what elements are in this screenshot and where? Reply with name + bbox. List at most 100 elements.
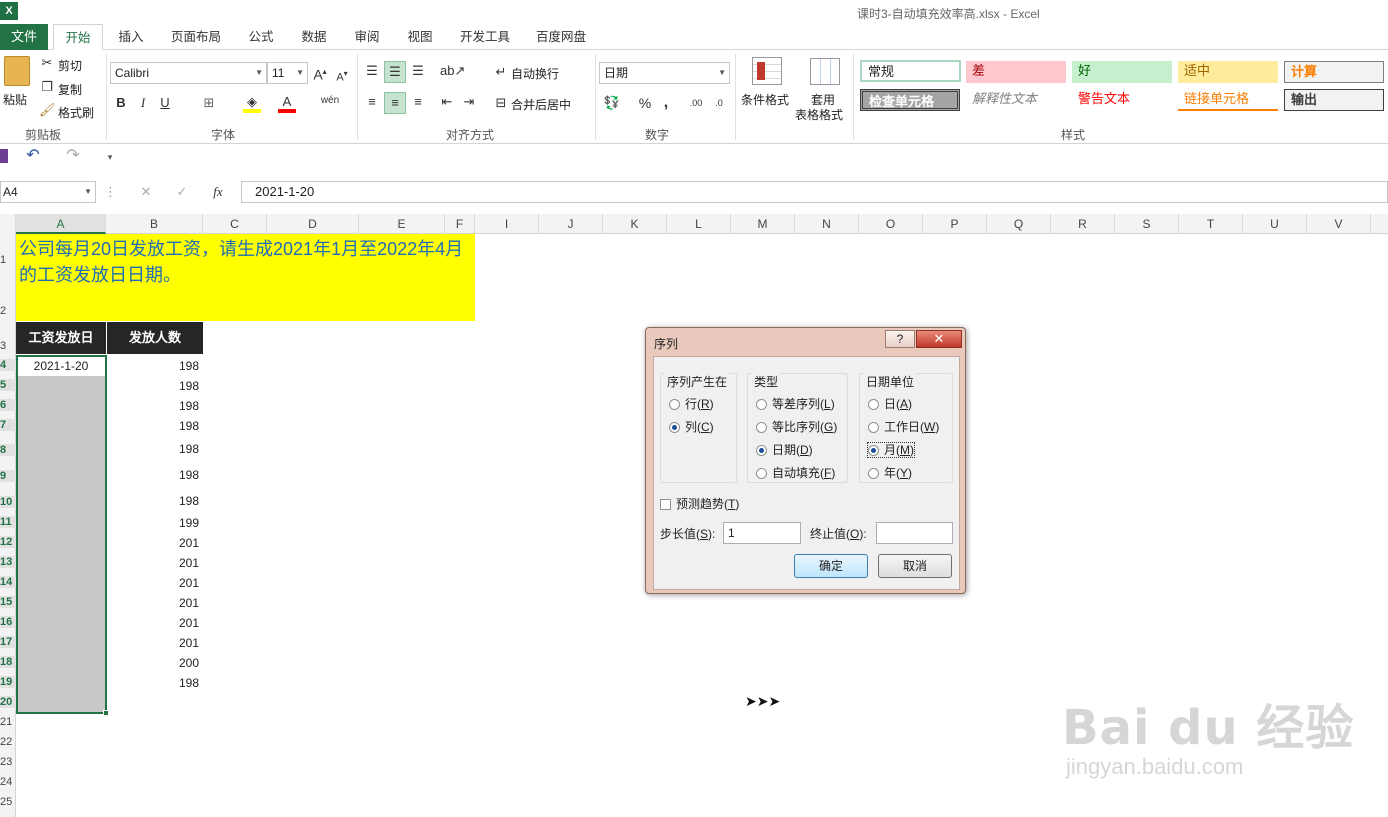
paste-icon[interactable]: [4, 56, 30, 86]
tab-formulas[interactable]: 公式: [238, 24, 284, 50]
decrease-indent-icon[interactable]: ⇤: [438, 93, 456, 111]
column-header[interactable]: Q: [987, 214, 1051, 234]
increase-decimal-icon[interactable]: .00: [686, 94, 706, 112]
orientation-icon[interactable]: ab↗: [440, 62, 465, 80]
column-header[interactable]: F: [445, 214, 475, 234]
table-cell[interactable]: 201: [106, 536, 203, 550]
table-cell[interactable]: 199: [106, 516, 203, 530]
tab-insert[interactable]: 插入: [108, 24, 154, 50]
column-header[interactable]: R: [1051, 214, 1115, 234]
radio-growth[interactable]: 等比序列(G): [756, 420, 837, 434]
save-icon[interactable]: [0, 149, 8, 163]
table-cell[interactable]: 198: [106, 359, 203, 373]
tab-home[interactable]: 开始: [53, 24, 103, 50]
excel-app-icon[interactable]: X: [0, 2, 18, 20]
align-right-icon[interactable]: ≡: [408, 93, 428, 111]
confirm-entry-icon[interactable]: ✓: [172, 183, 192, 201]
row-header[interactable]: 3: [0, 340, 16, 352]
radio-date[interactable]: 日期(D): [756, 443, 813, 457]
row-header[interactable]: 20: [0, 696, 16, 708]
copy-button[interactable]: 复制: [58, 81, 82, 98]
stop-value-input[interactable]: [876, 522, 953, 544]
tab-review[interactable]: 审阅: [344, 24, 390, 50]
row-header[interactable]: 15: [0, 596, 16, 608]
fill-color-icon[interactable]: ◈: [243, 93, 261, 113]
increase-indent-icon[interactable]: ⇥: [460, 93, 478, 111]
cell-style-warning[interactable]: 警告文本: [1072, 89, 1172, 111]
conditional-formatting-icon[interactable]: [752, 57, 782, 85]
table-cell[interactable]: 200: [106, 656, 203, 670]
row-header[interactable]: 25: [0, 796, 16, 808]
column-header[interactable]: B: [106, 214, 203, 234]
name-box[interactable]: A4 ▼: [0, 181, 96, 203]
column-header[interactable]: D: [267, 214, 359, 234]
column-header[interactable]: I: [475, 214, 539, 234]
row-header[interactable]: 22: [0, 736, 16, 748]
tab-data[interactable]: 数据: [291, 24, 337, 50]
table-cell[interactable]: 198: [106, 494, 203, 508]
radio-row[interactable]: 行(R): [669, 397, 714, 411]
align-left-icon[interactable]: ≡: [362, 93, 382, 111]
row-header[interactable]: 8: [0, 444, 16, 456]
formula-input[interactable]: 2021-1-20: [241, 181, 1388, 203]
row-header[interactable]: 16: [0, 616, 16, 628]
paste-button[interactable]: 粘贴: [3, 91, 27, 108]
fill-handle[interactable]: [103, 710, 109, 716]
row-header[interactable]: 12: [0, 536, 16, 548]
cell-style-output[interactable]: 输出: [1284, 89, 1384, 111]
column-header[interactable]: K: [603, 214, 667, 234]
table-cell[interactable]: 201: [106, 596, 203, 610]
radio-month[interactable]: 月(M): [867, 442, 915, 458]
align-center-button[interactable]: ≡: [384, 92, 406, 114]
cell-style-bad[interactable]: 差: [966, 61, 1066, 83]
tab-file[interactable]: 文件: [0, 24, 48, 50]
column-header[interactable]: M: [731, 214, 795, 234]
percent-button[interactable]: %: [637, 94, 653, 112]
italic-button[interactable]: I: [135, 94, 151, 112]
column-header[interactable]: J: [539, 214, 603, 234]
row-header[interactable]: 13: [0, 556, 16, 568]
format-painter-button[interactable]: 格式刷: [58, 104, 94, 121]
cell-style-linked-cell[interactable]: 链接单元格: [1178, 89, 1278, 111]
row-header[interactable]: 21: [0, 716, 16, 728]
table-cell[interactable]: 201: [106, 556, 203, 570]
cancel-entry-icon[interactable]: ✕: [136, 183, 156, 201]
table-cell[interactable]: 198: [106, 379, 203, 393]
border-icon[interactable]: ⊞: [200, 94, 218, 112]
ok-button[interactable]: 确定: [794, 554, 868, 578]
column-header[interactable]: E: [359, 214, 445, 234]
cell-style-explanatory[interactable]: 解释性文本: [966, 89, 1066, 111]
column-header[interactable]: O: [859, 214, 923, 234]
align-middle-button[interactable]: ☰: [384, 61, 406, 83]
column-header[interactable]: S: [1115, 214, 1179, 234]
row-header[interactable]: 17: [0, 636, 16, 648]
help-button[interactable]: ?: [885, 330, 915, 348]
table-cell[interactable]: 198: [106, 468, 203, 482]
row-header[interactable]: 24: [0, 776, 16, 788]
cell-style-good[interactable]: 好: [1072, 61, 1172, 83]
shrink-font-icon[interactable]: A▾: [334, 65, 350, 87]
header-cell-b3[interactable]: 发放人数: [107, 322, 203, 354]
row-header[interactable]: 9: [0, 470, 16, 482]
table-cell[interactable]: 201: [106, 576, 203, 590]
cell-style-neutral[interactable]: 适中: [1178, 61, 1278, 83]
cell-style-normal[interactable]: 常规: [860, 60, 961, 82]
table-cell[interactable]: 201: [106, 636, 203, 650]
comma-button[interactable]: ,: [659, 94, 673, 112]
decrease-decimal-icon[interactable]: .0: [709, 94, 729, 112]
trend-checkbox[interactable]: 预测趋势(T): [660, 497, 739, 511]
currency-icon[interactable]: 💱: [601, 94, 623, 112]
row-header[interactable]: 11: [0, 516, 16, 528]
select-all-corner[interactable]: [0, 214, 16, 234]
tab-page-layout[interactable]: 页面布局: [164, 24, 228, 50]
row-header[interactable]: 4: [0, 359, 16, 371]
radio-autofill[interactable]: 自动填充(F): [756, 466, 835, 480]
row-header[interactable]: 2: [0, 305, 16, 317]
table-cell[interactable]: 198: [106, 442, 203, 456]
align-top-icon[interactable]: ☰: [362, 62, 382, 80]
insert-function-button[interactable]: fx: [208, 183, 228, 201]
step-value-input[interactable]: 1: [723, 522, 801, 544]
column-header[interactable]: A: [16, 214, 106, 234]
table-cell[interactable]: 198: [106, 399, 203, 413]
tab-developer[interactable]: 开发工具: [452, 24, 518, 50]
